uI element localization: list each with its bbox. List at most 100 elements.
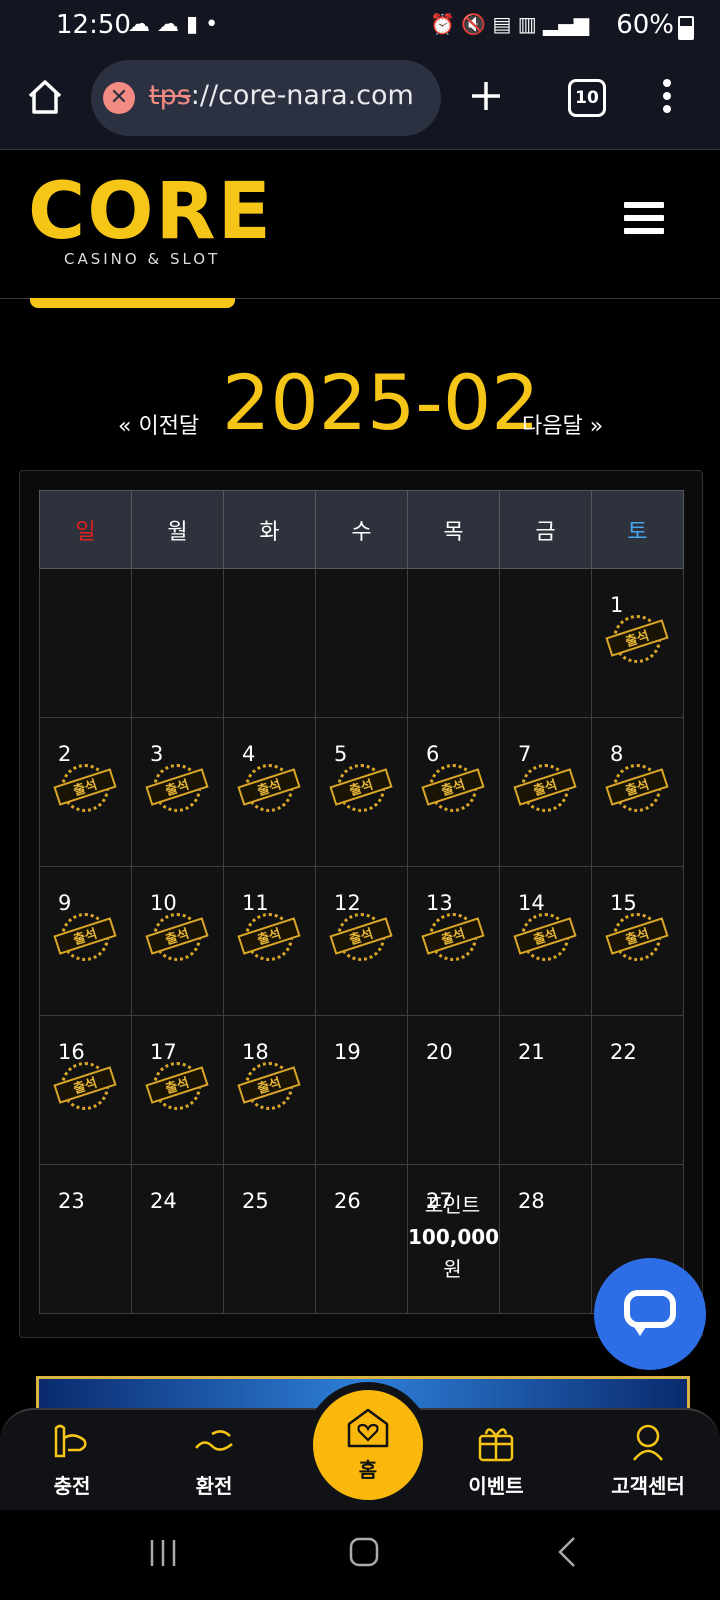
reward-label: 포인트 100,000 원 [408, 1189, 500, 1285]
calendar-day-cell[interactable]: 20 [407, 1015, 500, 1165]
nav-deposit[interactable]: 충전 [12, 1420, 132, 1499]
status-time: 12:50 [56, 10, 131, 40]
attendance-stamp-icon: 출석 [145, 1062, 209, 1110]
day-number: 10 [150, 891, 177, 915]
calendar-day-cell[interactable]: 4 출석 [223, 717, 316, 867]
day-number: 4 [242, 742, 256, 766]
notification-icons: ☁ ☁ ▮ • [128, 12, 219, 37]
calendar-day-cell[interactable]: 16 출석 [39, 1015, 132, 1165]
attendance-stamp-icon: 출석 [605, 913, 669, 961]
home-heart-icon [347, 1408, 389, 1448]
month-title: 2025-02 [222, 358, 540, 447]
calendar-day-cell[interactable]: 25 [223, 1164, 316, 1314]
day-number: 3 [150, 742, 164, 766]
calendar-day-cell[interactable]: 14 출석 [499, 866, 592, 1016]
day-number: 6 [426, 742, 440, 766]
back-icon[interactable] [556, 1536, 578, 1568]
calendar-day-cell[interactable]: 18 출석 [223, 1015, 316, 1165]
calendar-day-cell[interactable]: 6 출석 [407, 717, 500, 867]
attendance-stamp-icon: 출석 [513, 764, 577, 812]
calendar-day-cell[interactable]: 19 [315, 1015, 408, 1165]
calendar-day-cell[interactable]: 23 [39, 1164, 132, 1314]
calendar-week-row: 1 출석 [39, 568, 684, 718]
calendar-week-row: 23 24 25 26 27 포인트 100,000 원 28 [39, 1164, 684, 1314]
live-chat-button[interactable] [594, 1258, 706, 1370]
attendance-stamp-icon: 출석 [329, 913, 393, 961]
home-system-icon[interactable] [348, 1536, 380, 1568]
nav-label: 충전 [53, 1474, 91, 1498]
attendance-stamp-icon: 출석 [605, 615, 669, 663]
calendar-day-cell[interactable]: 9 출석 [39, 866, 132, 1016]
calendar-day-cell[interactable]: 21 [499, 1015, 592, 1165]
calendar-day-cell[interactable]: 11 출석 [223, 866, 316, 1016]
calendar-table: 일 월 화 수 목 금 토 1 출석 2 출석 3 출석 4 출석 5 출석 6 출석 7 출석 8 출석 9 출… [39, 490, 684, 1314]
calendar-day-cell[interactable]: 27 포인트 100,000 원 [407, 1164, 500, 1314]
weekday-header: 화 [223, 490, 316, 569]
calendar-day-cell[interactable]: 26 [315, 1164, 408, 1314]
calendar-day-cell[interactable]: 22 [591, 1015, 684, 1165]
more-options-icon[interactable] [662, 78, 672, 114]
attendance-stamp-icon: 출석 [237, 1062, 301, 1110]
recent-apps-icon[interactable] [148, 1538, 178, 1568]
system-status-icons: ⏰ 🔇 ▤ ▥ ▂▄▆ [430, 12, 590, 36]
nav-label: 이벤트 [468, 1474, 524, 1498]
attendance-stamp-icon: 출석 [53, 913, 117, 961]
calendar-empty-cell [499, 568, 592, 718]
new-tab-icon[interactable] [468, 78, 504, 114]
calendar-day-cell[interactable]: 15 출석 [591, 866, 684, 1016]
site-logo-subtitle: CASINO & SLOT [64, 250, 221, 268]
attendance-stamp-icon: 출석 [53, 1062, 117, 1110]
calendar-day-cell[interactable]: 5 출석 [315, 717, 408, 867]
attendance-stamp-icon: 출석 [145, 764, 209, 812]
prev-month-link[interactable]: « 이전달 [118, 408, 199, 440]
calendar-day-cell[interactable]: 28 [499, 1164, 592, 1314]
calendar-day-cell[interactable]: 1 출석 [591, 568, 684, 718]
nav-home[interactable]: 홈 [305, 1382, 431, 1508]
gift-icon [478, 1428, 514, 1462]
attendance-stamp-icon: 출석 [237, 913, 301, 961]
day-number: 9 [58, 891, 72, 915]
calendar-day-cell[interactable]: 7 출석 [499, 717, 592, 867]
weekday-header: 금 [499, 490, 592, 569]
weekday-header: 목 [407, 490, 500, 569]
calendar-empty-cell [223, 568, 316, 718]
home-icon[interactable] [26, 78, 64, 116]
nav-label: 홈 [358, 1458, 378, 1482]
day-number: 19 [334, 1040, 361, 1064]
deposit-icon [54, 1424, 87, 1458]
address-bar[interactable]: ✕ tps://core-nara.com [91, 60, 441, 136]
url-text[interactable]: tps://core-nara.com [149, 80, 414, 111]
day-number: 16 [58, 1040, 85, 1064]
site-logo[interactable]: CORE [28, 172, 273, 252]
tab-switcher-button[interactable]: 10 [568, 79, 606, 117]
calendar-week-row: 9 출석 10 출석 11 출석 12 출석 13 출석 14 출석 15 출석 [39, 866, 684, 1016]
reward-amount: 100,000 [408, 1225, 500, 1249]
nav-withdraw[interactable]: 환전 [154, 1420, 274, 1499]
calendar-day-cell[interactable]: 2 출석 [39, 717, 132, 867]
day-number: 17 [150, 1040, 177, 1064]
calendar-day-cell[interactable]: 24 [131, 1164, 224, 1314]
calendar-day-cell[interactable]: 10 출석 [131, 866, 224, 1016]
calendar-day-cell[interactable]: 3 출석 [131, 717, 224, 867]
calendar-day-cell[interactable]: 13 출석 [407, 866, 500, 1016]
nav-support[interactable]: 고객센터 [588, 1420, 708, 1499]
weekday-header: 일 [39, 490, 132, 569]
menu-icon[interactable] [624, 202, 664, 238]
insecure-warning-icon[interactable]: ✕ [103, 82, 135, 114]
status-bar: 12:50 ☁ ☁ ▮ • ⏰ 🔇 ▤ ▥ ▂▄▆ 60% [0, 0, 720, 52]
calendar-day-cell[interactable]: 12 출석 [315, 866, 408, 1016]
day-number: 28 [518, 1189, 545, 1213]
site-header: CORE CASINO & SLOT [0, 150, 720, 299]
calendar-day-cell[interactable]: 8 출석 [591, 717, 684, 867]
calendar-day-cell[interactable]: 17 출석 [131, 1015, 224, 1165]
attendance-stamp-icon: 출석 [605, 764, 669, 812]
nav-event[interactable]: 이벤트 [436, 1420, 556, 1499]
day-number: 18 [242, 1040, 269, 1064]
day-number: 2 [58, 742, 72, 766]
attendance-stamp-icon: 출석 [513, 913, 577, 961]
header-tab-indicator [30, 298, 235, 308]
day-number: 24 [150, 1189, 177, 1213]
calendar-empty-cell [407, 568, 500, 718]
calendar-week-row: 2 출석 3 출석 4 출석 5 출석 6 출석 7 출석 8 출석 [39, 717, 684, 867]
next-month-link[interactable]: 다음달 » [522, 408, 603, 440]
